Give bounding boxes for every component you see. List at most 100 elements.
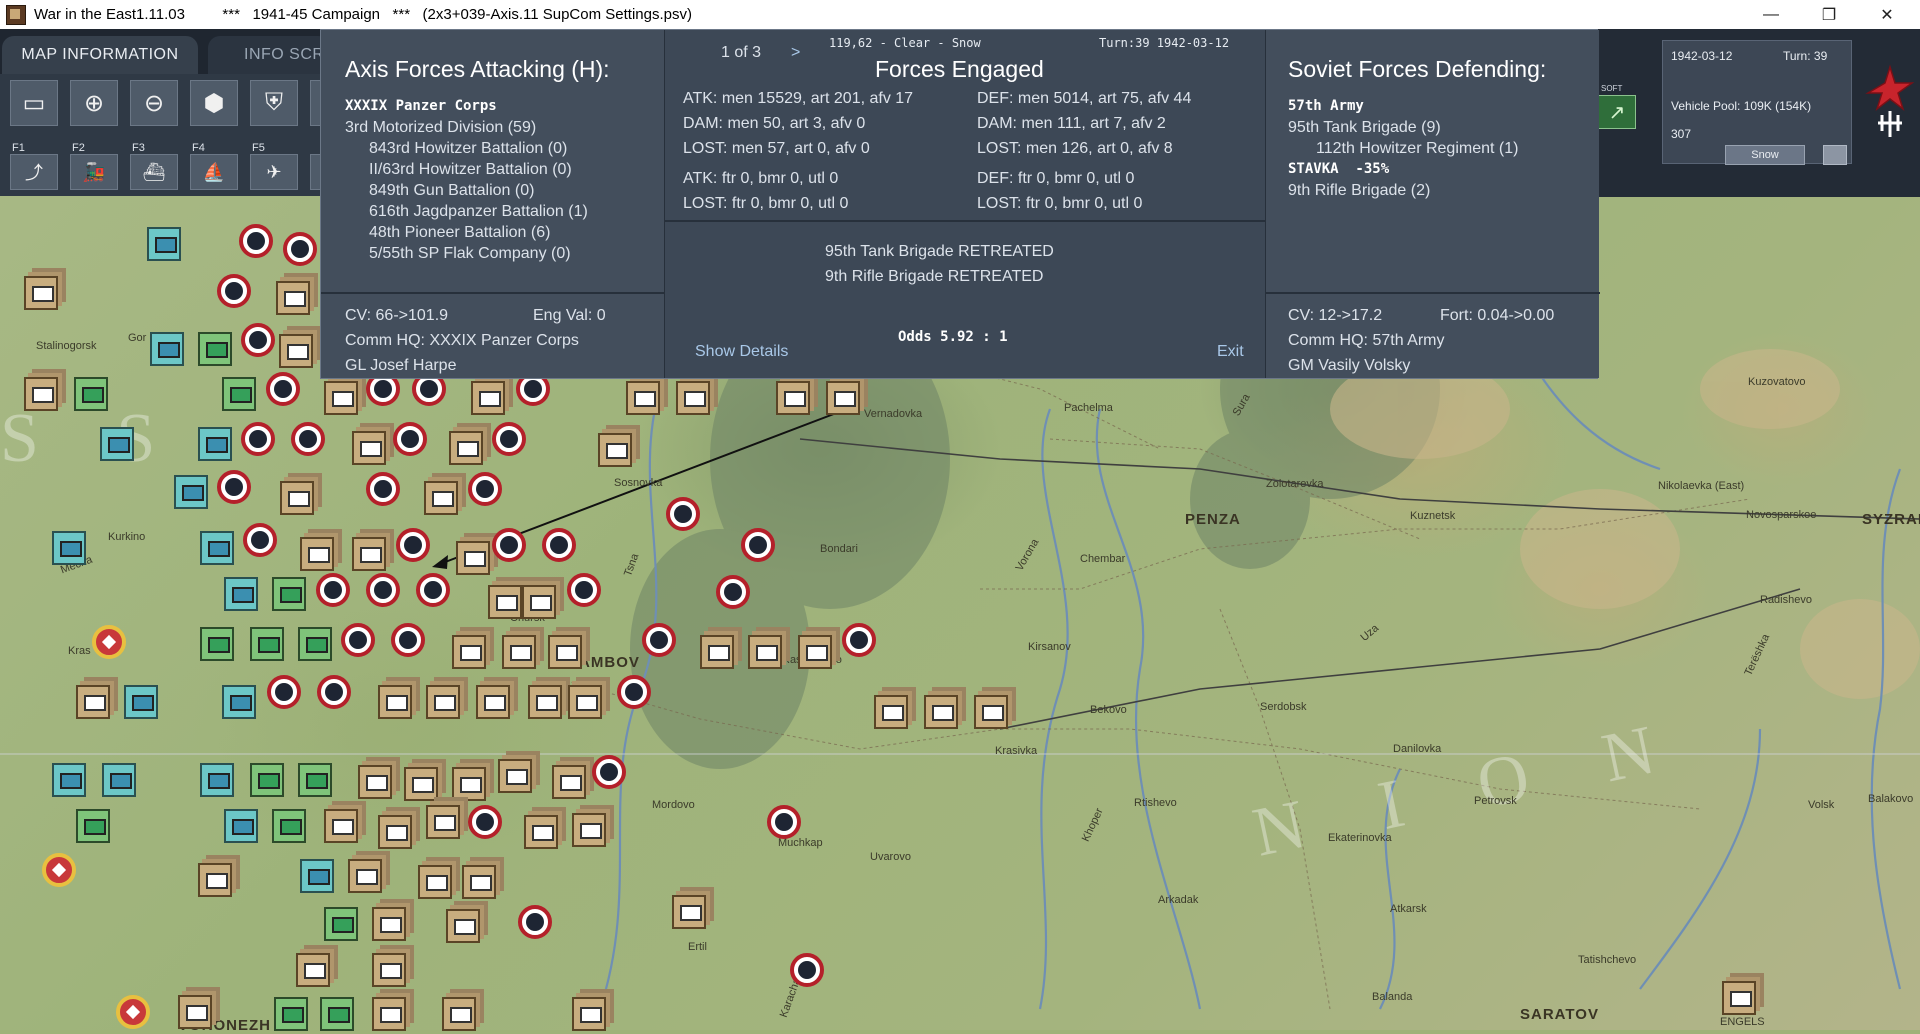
train-mode-button[interactable]: 🚂 [70, 154, 118, 190]
soviet-unit-counter[interactable] [200, 531, 234, 565]
axis-unit-counter[interactable] [366, 573, 400, 607]
unit-counter[interactable] [700, 635, 734, 669]
axis-unit-counter[interactable] [283, 232, 317, 266]
unit-counter[interactable] [372, 907, 406, 941]
soviet-unit-counter[interactable] [298, 627, 332, 661]
soviet-unit-counter[interactable] [198, 427, 232, 461]
tab-map-information[interactable]: MAP INFORMATION [2, 36, 198, 74]
unit-counter[interactable] [924, 695, 958, 729]
unit-counter[interactable] [178, 995, 212, 1029]
soviet-unit-counter[interactable] [174, 475, 208, 509]
soviet-air-counter[interactable] [92, 625, 126, 659]
axis-unit-counter[interactable] [492, 422, 526, 456]
unit-counter[interactable] [442, 997, 476, 1031]
unit-counter[interactable] [456, 541, 490, 575]
unit-counter[interactable] [446, 909, 480, 943]
soviet-unit-counter[interactable] [52, 531, 86, 565]
tab-info-screen[interactable]: INFO SCR [208, 36, 330, 74]
axis-unit-counter[interactable] [243, 523, 277, 557]
unit-counter[interactable] [76, 685, 110, 719]
soviet-unit-counter[interactable] [320, 997, 354, 1031]
soviet-unit-counter[interactable] [222, 685, 256, 719]
toggle-button[interactable] [1823, 145, 1847, 165]
unit-counter[interactable] [24, 377, 58, 411]
maximize-button[interactable]: ❐ [1800, 0, 1858, 29]
soviet-air-counter[interactable] [42, 853, 76, 887]
soviet-unit-counter[interactable] [200, 627, 234, 661]
axis-unit-counter[interactable] [393, 422, 427, 456]
supply-graph-button[interactable]: ↗ [1598, 95, 1636, 129]
unit-counter[interactable] [572, 813, 606, 847]
unit-counter[interactable] [296, 953, 330, 987]
unit-counter[interactable] [672, 895, 706, 929]
show-details-button[interactable]: Show Details [695, 343, 788, 361]
axis-unit-counter[interactable] [741, 528, 775, 562]
axis-unit-counter[interactable] [416, 573, 450, 607]
unit-counter[interactable] [324, 809, 358, 843]
next-combat-button[interactable]: > [791, 44, 800, 62]
unit-counter[interactable] [874, 695, 908, 729]
axis-unit-counter[interactable] [317, 675, 351, 709]
unit-counter[interactable] [528, 685, 562, 719]
axis-unit-counter[interactable] [842, 623, 876, 657]
soviet-air-counter[interactable] [116, 995, 150, 1029]
soviet-unit-counter[interactable] [272, 577, 306, 611]
unit-counter[interactable] [279, 334, 313, 368]
axis-unit-counter[interactable] [217, 274, 251, 308]
unit-counter[interactable] [372, 953, 406, 987]
axis-unit-counter[interactable] [217, 470, 251, 504]
soviet-unit-counter[interactable] [324, 907, 358, 941]
unit-counter[interactable] [452, 767, 486, 801]
soviet-unit-counter[interactable] [298, 763, 332, 797]
soviet-star-icon[interactable] [1864, 63, 1916, 143]
axis-unit-counter[interactable] [267, 675, 301, 709]
unit-counter[interactable] [476, 685, 510, 719]
axis-unit-counter[interactable] [468, 472, 502, 506]
unit-counter[interactable] [568, 685, 602, 719]
soviet-unit-counter[interactable] [100, 427, 134, 461]
unit-counter[interactable] [471, 381, 505, 415]
soviet-unit-counter[interactable] [224, 809, 258, 843]
unit-counter[interactable] [826, 381, 860, 415]
window-toggle-button[interactable]: ▭ [10, 80, 58, 126]
unit-filter-button[interactable]: ⬢ [190, 80, 238, 126]
unit-counter[interactable] [418, 865, 452, 899]
unit-counter[interactable] [378, 815, 412, 849]
unit-counter[interactable] [462, 865, 496, 899]
unit-counter[interactable] [426, 685, 460, 719]
axis-unit-counter[interactable] [592, 755, 626, 789]
soviet-unit-counter[interactable] [222, 377, 256, 411]
soviet-unit-counter[interactable] [150, 332, 184, 366]
unit-counter[interactable] [404, 767, 438, 801]
axis-unit-counter[interactable] [567, 573, 601, 607]
soviet-unit-counter[interactable] [124, 685, 158, 719]
unit-counter[interactable] [552, 765, 586, 799]
unit-counter[interactable] [352, 431, 386, 465]
unit-counter[interactable] [426, 805, 460, 839]
unit-counter[interactable] [378, 685, 412, 719]
axis-unit-counter[interactable] [391, 623, 425, 657]
unit-counter[interactable] [502, 635, 536, 669]
axis-unit-counter[interactable] [492, 528, 526, 562]
unit-counter[interactable] [300, 537, 334, 571]
axis-unit-counter[interactable] [542, 528, 576, 562]
unit-counter[interactable] [449, 431, 483, 465]
soviet-unit-counter[interactable] [272, 809, 306, 843]
soviet-unit-counter[interactable] [76, 809, 110, 843]
soviet-unit-counter[interactable] [198, 332, 232, 366]
zoom-in-button[interactable]: ⊕ [70, 80, 118, 126]
unit-counter[interactable] [748, 635, 782, 669]
axis-unit-counter[interactable] [716, 575, 750, 609]
unit-counter[interactable] [276, 281, 310, 315]
axis-unit-counter[interactable] [767, 805, 801, 839]
soviet-unit-counter[interactable] [74, 377, 108, 411]
axis-unit-counter[interactable] [642, 623, 676, 657]
unit-counter[interactable] [352, 537, 386, 571]
unit-counter[interactable] [676, 381, 710, 415]
soviet-unit-counter[interactable] [224, 577, 258, 611]
axis-unit-counter[interactable] [666, 497, 700, 531]
unit-counter[interactable] [488, 585, 522, 619]
shield-button[interactable]: ⛨ [250, 80, 298, 126]
minimize-button[interactable]: — [1742, 0, 1800, 29]
soviet-unit-counter[interactable] [250, 627, 284, 661]
